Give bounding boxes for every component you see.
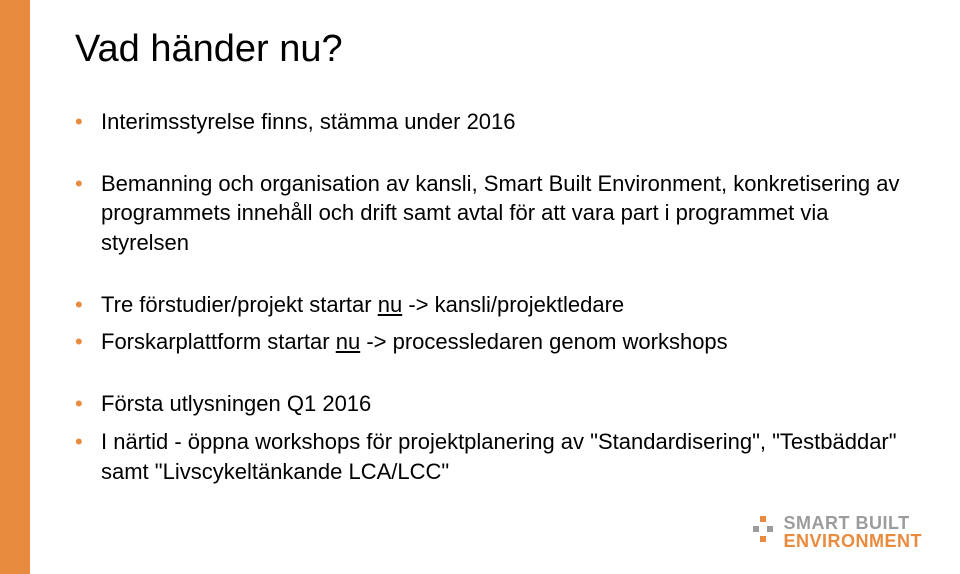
- bullet-item: Tre förstudier/projekt startar nu -> kan…: [75, 290, 900, 320]
- bullet-text-pre: Tre förstudier/projekt startar: [101, 292, 378, 317]
- bullet-text: Interimsstyrelse finns, stämma under 201…: [101, 109, 516, 134]
- bullet-text-post: -> kansli/projektledare: [402, 292, 624, 317]
- bullet-item: Interimsstyrelse finns, stämma under 201…: [75, 107, 900, 137]
- slide: Vad händer nu? Interimsstyrelse finns, s…: [0, 0, 960, 574]
- bullet-text-underline: nu: [336, 329, 360, 354]
- bullet-text-post: -> processledaren genom workshops: [360, 329, 727, 354]
- content-area: Vad händer nu? Interimsstyrelse finns, s…: [75, 28, 900, 494]
- bullet-text-underline: nu: [378, 292, 402, 317]
- logo-icon: [751, 512, 775, 552]
- spacer: [75, 365, 900, 389]
- bullet-item: Bemanning och organisation av kansli, Sm…: [75, 169, 900, 258]
- bullet-item: I närtid - öppna workshops för projektpl…: [75, 427, 900, 486]
- bullet-item: Första utlysningen Q1 2016: [75, 389, 900, 419]
- bullet-text: Bemanning och organisation av kansli, Sm…: [101, 171, 900, 255]
- logo: SMART BUILT ENVIRONMENT: [751, 512, 922, 552]
- bullet-text: Första utlysningen Q1 2016: [101, 391, 371, 416]
- bullet-text-pre: Forskarplattform startar: [101, 329, 336, 354]
- slide-title: Vad händer nu?: [75, 28, 900, 71]
- accent-bar: [0, 0, 30, 574]
- logo-text-line2: ENVIRONMENT: [783, 532, 922, 550]
- spacer: [75, 266, 900, 290]
- bullet-item: Forskarplattform startar nu -> processle…: [75, 327, 900, 357]
- bullet-list: Interimsstyrelse finns, stämma under 201…: [75, 107, 900, 486]
- spacer: [75, 145, 900, 169]
- logo-text-line1: SMART BUILT: [783, 514, 922, 532]
- bullet-text: I närtid - öppna workshops för projektpl…: [101, 429, 897, 484]
